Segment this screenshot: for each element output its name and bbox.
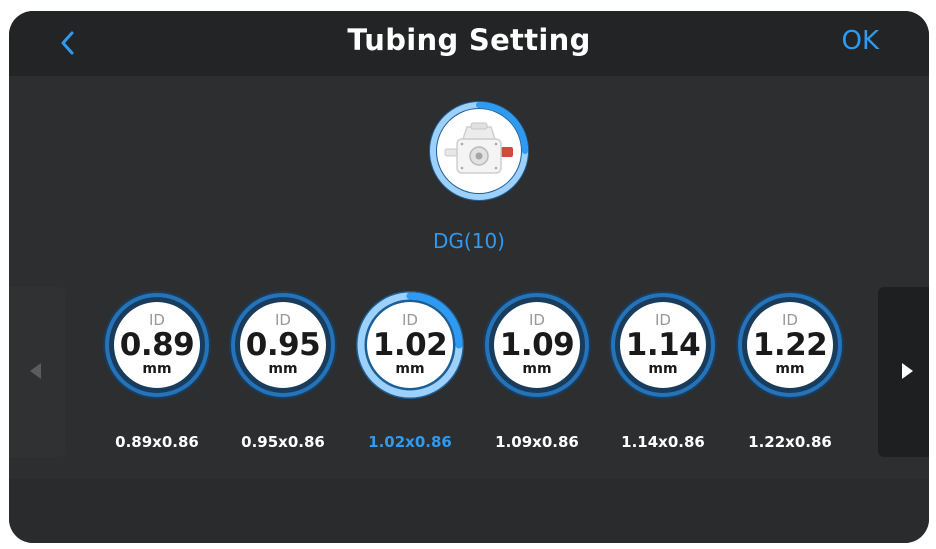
tube-unit-label: mm bbox=[395, 361, 425, 377]
bottom-panel bbox=[9, 479, 929, 543]
tube-id-label: ID bbox=[655, 311, 671, 329]
tube-badge: ID 0.95 mm bbox=[240, 302, 326, 388]
tube-unit-label: mm bbox=[268, 361, 298, 377]
tube-id-label: ID bbox=[529, 311, 545, 329]
tube-badge: ID 1.02 mm bbox=[367, 302, 453, 388]
tube-diameter-value: 1.09 bbox=[499, 327, 575, 363]
peristaltic-pump-image bbox=[441, 113, 517, 189]
device-screen: Tubing Setting OK DG(10) ID 0.89 mm 0.89… bbox=[9, 11, 929, 543]
arrow-right-icon bbox=[902, 363, 913, 379]
tube-diameter-value: 1.02 bbox=[372, 327, 448, 363]
tube-size-label: 1.09x0.86 bbox=[495, 433, 579, 451]
tube-unit-label: mm bbox=[522, 361, 552, 377]
tube-size-label: 1.22x0.86 bbox=[748, 433, 832, 451]
tube-badge: ID 1.22 mm bbox=[747, 302, 833, 388]
tube-unit-label: mm bbox=[775, 361, 805, 377]
tube-id-label: ID bbox=[149, 311, 165, 329]
tube-diameter-value: 1.22 bbox=[752, 327, 828, 363]
header-bar: Tubing Setting OK bbox=[9, 11, 929, 76]
arrow-left-icon bbox=[30, 363, 41, 379]
tube-unit-label: mm bbox=[648, 361, 678, 377]
tube-size-label: 1.02x0.86 bbox=[368, 433, 452, 451]
tube-badge: ID 1.09 mm bbox=[494, 302, 580, 388]
page-title: Tubing Setting bbox=[347, 23, 591, 57]
tube-id-label: ID bbox=[782, 311, 798, 329]
pump-selector[interactable] bbox=[427, 99, 531, 203]
tube-id-label: ID bbox=[275, 311, 291, 329]
tube-size-label: 0.89x0.86 bbox=[115, 433, 199, 451]
pump-model-label: DG(10) bbox=[433, 229, 505, 253]
previous-page-button[interactable] bbox=[9, 287, 65, 457]
tube-id-label: ID bbox=[402, 311, 418, 329]
ok-button[interactable]: OK bbox=[841, 26, 879, 56]
tube-badge: ID 1.14 mm bbox=[620, 302, 706, 388]
tube-size-label: 0.95x0.86 bbox=[241, 433, 325, 451]
tube-diameter-value: 1.14 bbox=[625, 327, 701, 363]
tube-unit-label: mm bbox=[142, 361, 172, 377]
tube-diameter-value: 0.89 bbox=[119, 327, 195, 363]
next-page-button[interactable] bbox=[878, 287, 929, 457]
tube-size-label: 1.14x0.86 bbox=[621, 433, 705, 451]
tube-badge: ID 0.89 mm bbox=[114, 302, 200, 388]
tube-diameter-value: 0.95 bbox=[245, 327, 321, 363]
